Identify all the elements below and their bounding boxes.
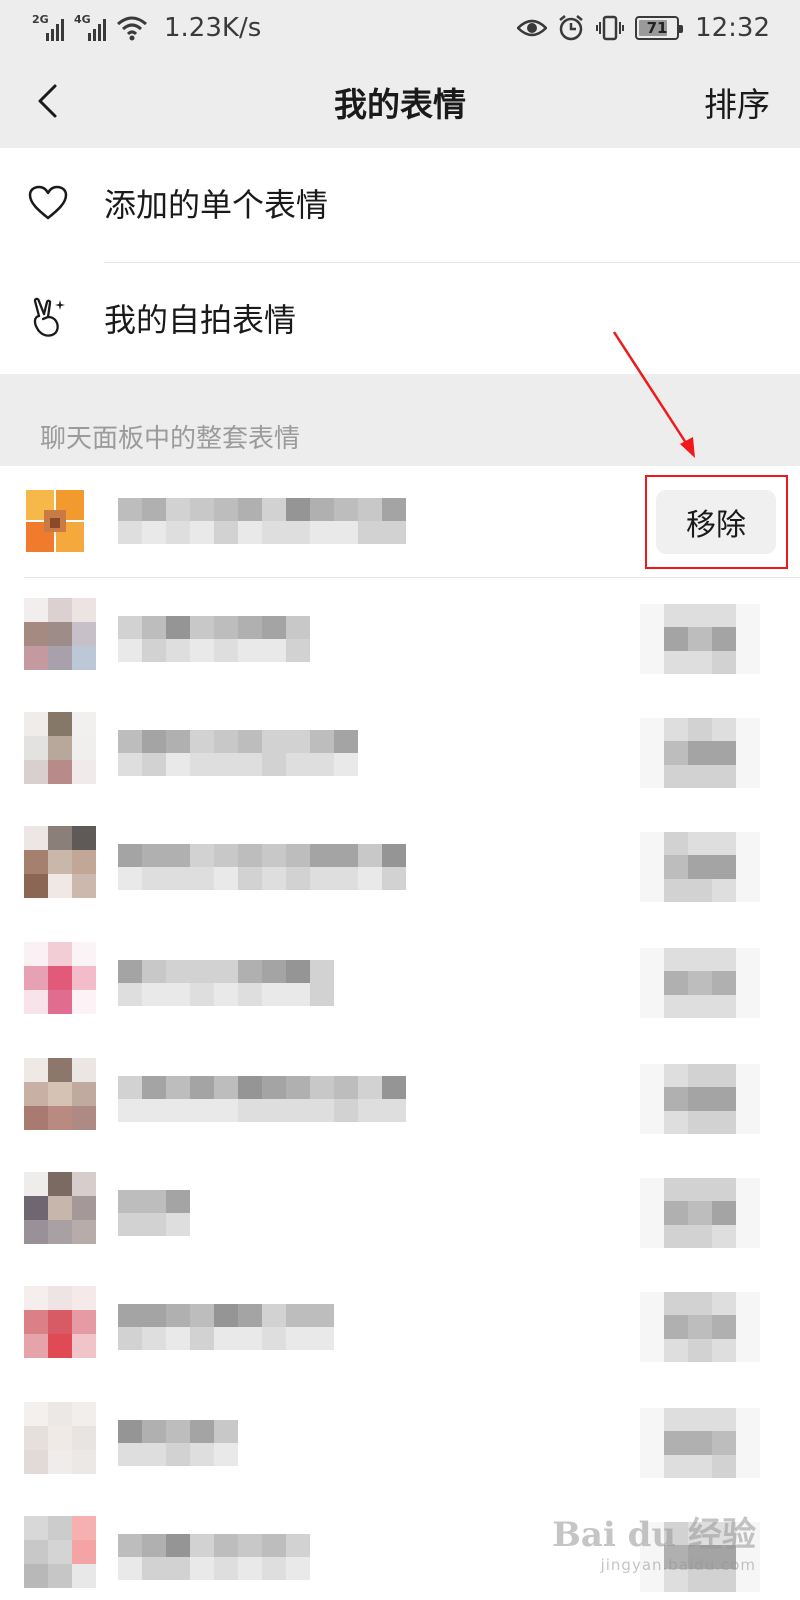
- peace-hand-icon: [24, 294, 72, 342]
- network-speed: 1.23K/s: [164, 13, 262, 43]
- alarm-icon: [559, 15, 583, 41]
- divider: [24, 577, 800, 578]
- birthday-sticker-thumbnail: [24, 488, 88, 556]
- remove-button-obscured[interactable]: [640, 1292, 760, 1362]
- annotation-highlight-box: [645, 475, 788, 569]
- menu-item-label: 我的自拍表情: [104, 301, 297, 339]
- sticker-pack-thumbnail: [24, 942, 96, 1014]
- chevron-left-icon: [38, 84, 57, 118]
- sticker-pack-thumbnail: [24, 1516, 96, 1588]
- sticker-pack-thumbnail: [24, 712, 96, 784]
- pack-name-obscured: [118, 498, 406, 544]
- remove-button-obscured[interactable]: [640, 1178, 760, 1248]
- menu-item-selfie-stickers[interactable]: 我的自拍表情: [0, 263, 800, 373]
- heart-icon: [24, 179, 72, 227]
- network-type-label: 4G: [74, 13, 91, 26]
- network-type-label: 2G: [32, 13, 49, 26]
- battery-icon: 71: [635, 16, 684, 40]
- watermark-url: jingyan.baidu.com: [600, 1556, 756, 1574]
- vibrate-icon: [596, 15, 625, 41]
- signal-icon: 2G: [32, 13, 64, 41]
- status-bar: 2G 4G 1.23K/s 71 12:32: [0, 0, 800, 56]
- nav-bar: 我的表情 排序: [0, 56, 800, 148]
- status-left: 2G 4G 1.23K/s: [32, 13, 261, 43]
- remove-button-obscured[interactable]: [640, 718, 760, 788]
- pack-name-obscured: [118, 960, 334, 1006]
- menu-item-label: 添加的单个表情: [104, 186, 329, 224]
- pack-name-obscured: [118, 1304, 334, 1350]
- eye-icon: [517, 19, 548, 37]
- remove-button-obscured[interactable]: [640, 1408, 760, 1478]
- watermark: Bai du 经验 jingyan.baidu.com: [552, 1507, 756, 1574]
- pack-name-obscured: [118, 1534, 310, 1580]
- sticker-pack-thumbnail: [24, 826, 96, 898]
- sort-button[interactable]: 排序: [704, 78, 770, 126]
- wifi-icon: [117, 16, 147, 41]
- pack-name-obscured: [118, 844, 406, 890]
- remove-button-obscured[interactable]: [640, 604, 760, 674]
- pack-name-obscured: [118, 1190, 190, 1236]
- clock: 12:32: [695, 13, 770, 43]
- page-title: 我的表情: [334, 85, 466, 124]
- remove-button-obscured[interactable]: [640, 948, 760, 1018]
- pack-name-obscured: [118, 616, 310, 662]
- sticker-pack-thumbnail: [24, 1058, 96, 1130]
- remove-button-obscured[interactable]: [640, 832, 760, 902]
- sticker-pack-thumbnail: [24, 1402, 96, 1474]
- watermark-logo: Bai du 经验: [552, 1515, 756, 1555]
- pack-name-obscured: [118, 1076, 406, 1122]
- pack-name-obscured: [118, 1420, 238, 1466]
- back-button[interactable]: [22, 76, 72, 126]
- section-title: 聊天面板中的整套表情: [40, 424, 301, 454]
- sticker-pack-thumbnail: [24, 1286, 96, 1358]
- status-right: 71 12:32: [517, 13, 770, 43]
- menu-item-single-stickers[interactable]: 添加的单个表情: [0, 148, 800, 258]
- sticker-pack-thumbnail: [24, 598, 96, 670]
- remove-button-obscured[interactable]: [640, 1064, 760, 1134]
- sticker-pack-thumbnail: [24, 1172, 96, 1244]
- battery-level: 71: [646, 19, 668, 37]
- signal-icon: 4G: [74, 13, 106, 41]
- pack-name-obscured: [118, 730, 358, 776]
